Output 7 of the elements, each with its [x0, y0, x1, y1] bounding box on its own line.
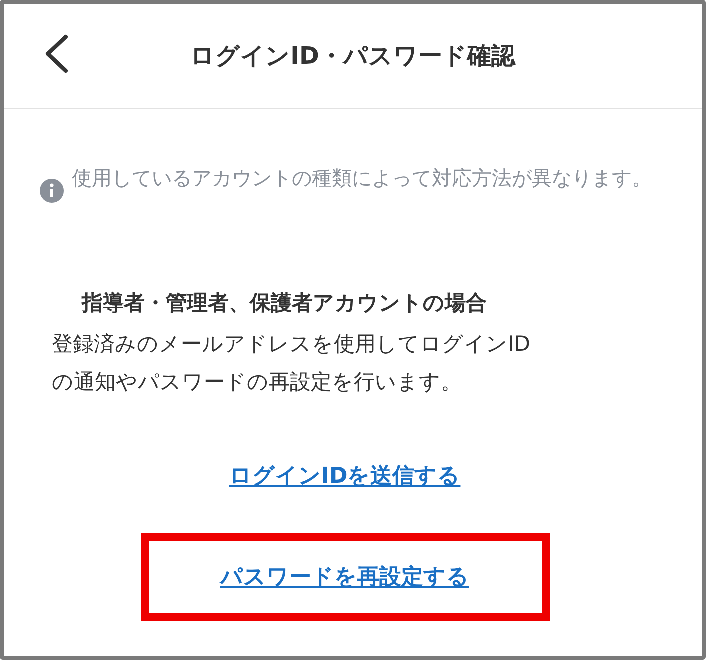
page-title: ログインID・パスワード確認: [190, 41, 516, 72]
section-description: 登録済みのメールアドレスを使用してログインIDの通知やパスワードの再設定を行います。: [51, 331, 532, 396]
section-heading: 指導者・管理者、保護者アカウントの場合: [80, 290, 488, 317]
reset-password-link[interactable]: パスワードを再設定する: [220, 562, 470, 592]
notice-text: 使用しているアカウントの種類によって対応方法が異なります。: [72, 165, 652, 192]
info-icon: [40, 179, 64, 203]
send-login-id-link[interactable]: ログインIDを送信する: [229, 464, 461, 489]
